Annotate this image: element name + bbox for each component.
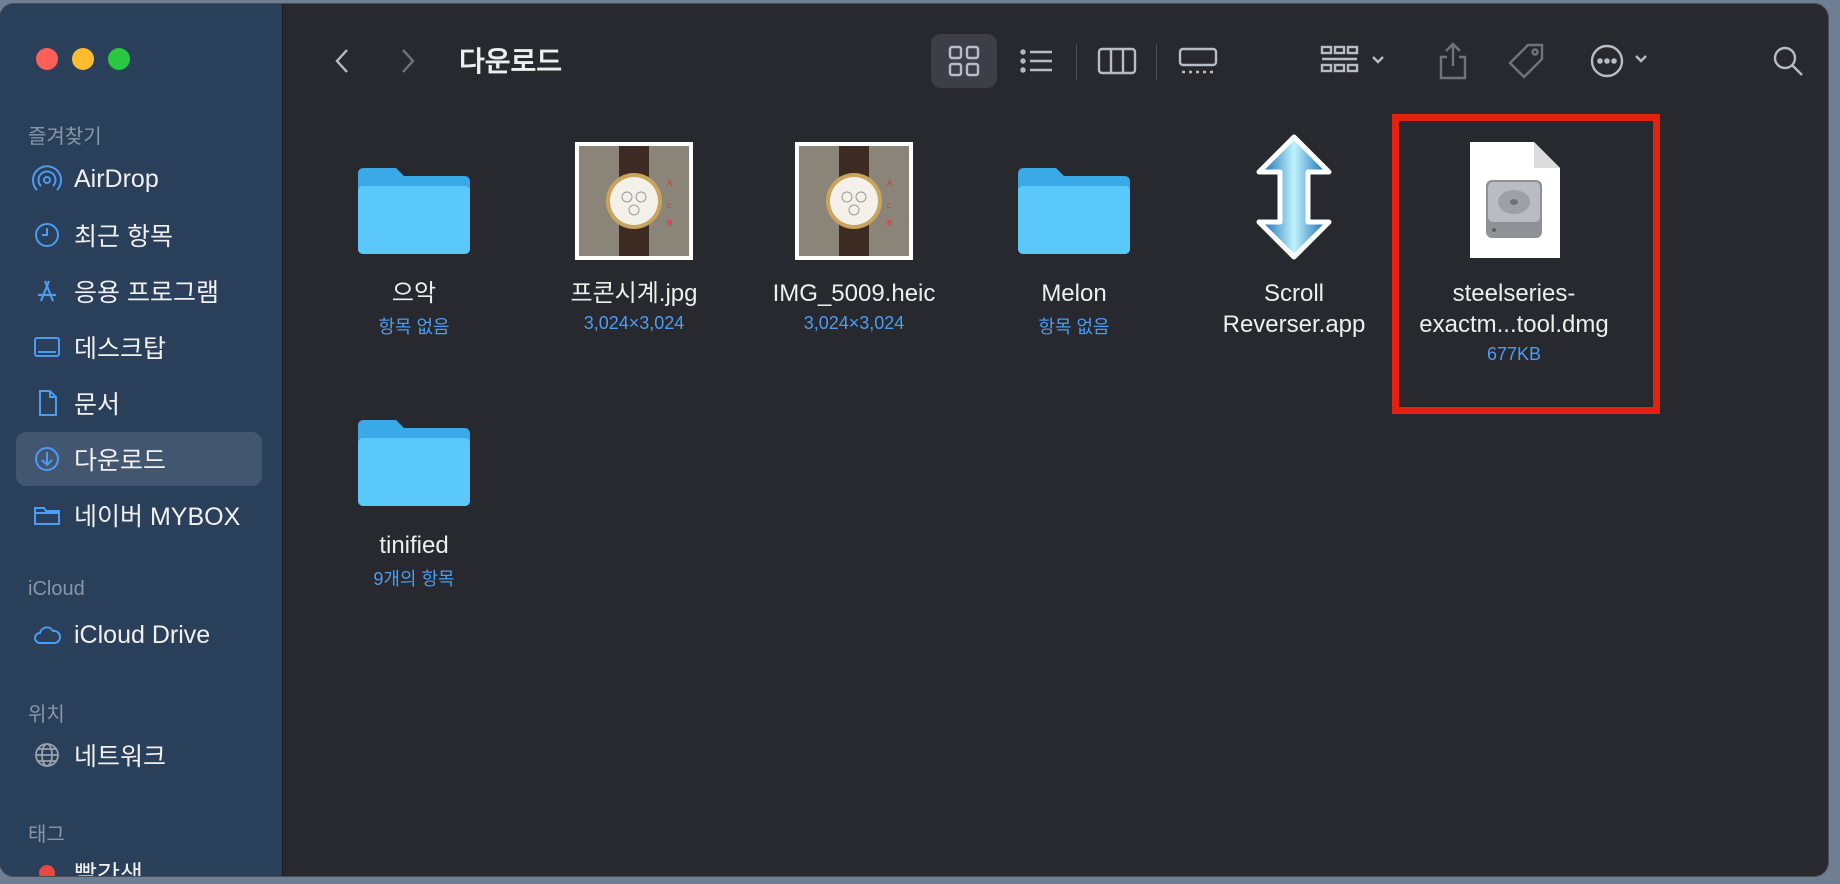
sidebar-item-network[interactable]: 네트워크	[16, 728, 262, 782]
share-button[interactable]	[1431, 34, 1475, 88]
sidebar-item-label: 빨간색	[74, 861, 144, 876]
highlight-annotation-box	[1392, 114, 1660, 414]
folder-icon	[309, 130, 519, 260]
red-tag-dot-icon	[30, 856, 64, 876]
sidebar-item-downloads[interactable]: 다운로드	[16, 432, 262, 486]
column-view-button[interactable]	[1089, 34, 1145, 88]
sidebar-item-recents[interactable]: 최근 항목	[16, 208, 262, 262]
svg-text:C: C	[887, 204, 892, 210]
forward-button[interactable]	[387, 34, 427, 88]
sidebar-item-applications[interactable]: 응용 프로그램	[16, 264, 262, 318]
clock-icon	[30, 218, 64, 252]
section-icloud: iCloud	[28, 578, 85, 600]
tag-icon	[1508, 43, 1544, 79]
section-favorites: 즐겨찾기	[28, 126, 102, 148]
sidebar-item-label: iCloud Drive	[74, 620, 211, 649]
list-view-button[interactable]	[1009, 34, 1065, 88]
document-icon	[30, 386, 64, 420]
file-meta: 9개의 항목	[373, 569, 455, 589]
back-button[interactable]	[323, 34, 363, 88]
file-meta: 3,024×3,024	[583, 313, 685, 333]
tag-button[interactable]	[1501, 34, 1551, 88]
list-view-icon	[1020, 49, 1052, 73]
sidebar-item-label: 다운로드	[74, 447, 167, 475]
gallery-view-icon	[1178, 47, 1218, 74]
sidebar-item-icloud-drive[interactable]: iCloud Drive	[16, 608, 262, 662]
finder-window: 즐겨찾기 AirDrop 최근 항목 응용 프로그램 데스크탑 문서 다운로드 …	[0, 4, 1828, 876]
file-name: 프콘시계.jpg	[570, 280, 698, 307]
svg-text:B: B	[887, 219, 892, 228]
svg-text:A: A	[887, 179, 893, 188]
more-actions-button[interactable]	[1589, 34, 1659, 88]
zoom-window-button[interactable]	[108, 48, 130, 70]
sidebar-item-tag-red[interactable]: 빨간색	[16, 846, 262, 876]
sidebar-item-desktop[interactable]: 데스크탑	[16, 320, 262, 374]
section-locations: 위치	[28, 704, 65, 726]
forward-icon	[402, 49, 415, 73]
folder-icon	[969, 130, 1179, 260]
airdrop-icon	[30, 162, 64, 196]
sidebar-item-documents[interactable]: 문서	[16, 376, 262, 430]
sidebar-item-label: 문서	[74, 391, 121, 419]
column-view-icon	[1097, 47, 1137, 75]
toolbar: 다운로드	[283, 4, 1828, 114]
icon-view-button[interactable]	[931, 34, 997, 88]
sidebar-item-airdrop[interactable]: AirDrop	[16, 152, 262, 206]
sidebar-item-label: 데스크탑	[74, 335, 167, 363]
file-item-image[interactable]: A C B IMG_5009.heic 3,024×3,024	[749, 130, 959, 334]
section-tags: 태그	[28, 824, 65, 846]
file-name: Melon	[1041, 280, 1107, 307]
svg-text:B: B	[667, 219, 672, 228]
group-button[interactable]	[1319, 34, 1393, 88]
file-meta: 3,024×3,024	[803, 313, 905, 333]
sidebar-item-label: 응용 프로그램	[74, 279, 219, 307]
icon-view-icon	[948, 45, 980, 77]
svg-text:A: A	[667, 179, 673, 188]
file-name: 으악	[391, 280, 437, 307]
file-item-app[interactable]: Scroll Reverser.app	[1189, 130, 1399, 340]
file-item-image[interactable]: A C B 프콘시계.jpg 3,024×3,024	[529, 130, 739, 334]
file-name-line: Scroll	[1263, 280, 1324, 307]
sidebar-item-label: AirDrop	[74, 164, 159, 193]
back-icon	[335, 49, 348, 73]
sidebar-item-label: 네이버 MYBOX	[74, 503, 241, 531]
svg-text:C: C	[667, 204, 672, 210]
window-controls	[36, 48, 130, 70]
scroll-reverser-app-icon	[1189, 130, 1399, 260]
minimize-window-button[interactable]	[72, 48, 94, 70]
desktop-icon	[30, 330, 64, 364]
image-thumbnail: A C B	[529, 130, 739, 260]
search-icon	[1773, 46, 1803, 76]
file-meta: 항목 없음	[378, 317, 450, 337]
sidebar-item-label: 네트워크	[74, 743, 167, 771]
image-thumbnail: A C B	[749, 130, 959, 260]
file-name-line: Reverser.app	[1222, 311, 1366, 338]
group-icon	[1320, 45, 1384, 73]
sidebar-item-mybox[interactable]: 네이버 MYBOX	[16, 488, 262, 542]
search-button[interactable]	[1763, 34, 1813, 88]
sidebar: 즐겨찾기 AirDrop 최근 항목 응용 프로그램 데스크탑 문서 다운로드 …	[0, 4, 283, 876]
window-title: 다운로드	[459, 46, 563, 77]
file-meta: 항목 없음	[1038, 317, 1110, 337]
file-item-folder[interactable]: tinified 9개의 항목	[309, 382, 519, 591]
applications-icon	[30, 274, 64, 308]
file-item-folder[interactable]: Melon 항목 없음	[969, 130, 1179, 339]
file-name: IMG_5009.heic	[772, 280, 936, 307]
network-icon	[30, 738, 64, 772]
file-name: Scroll Reverser.app	[1189, 278, 1399, 340]
share-icon	[1439, 42, 1467, 80]
folder-icon	[309, 382, 519, 512]
gallery-view-button[interactable]	[1169, 34, 1227, 88]
file-name: tinified	[379, 532, 449, 559]
download-icon	[30, 442, 64, 476]
file-item-folder[interactable]: 으악 항목 없음	[309, 130, 519, 339]
cloud-icon	[30, 618, 64, 652]
sidebar-item-label: 최근 항목	[74, 223, 173, 251]
more-icon	[1590, 44, 1647, 78]
close-window-button[interactable]	[36, 48, 58, 70]
folder-icon	[30, 498, 64, 532]
